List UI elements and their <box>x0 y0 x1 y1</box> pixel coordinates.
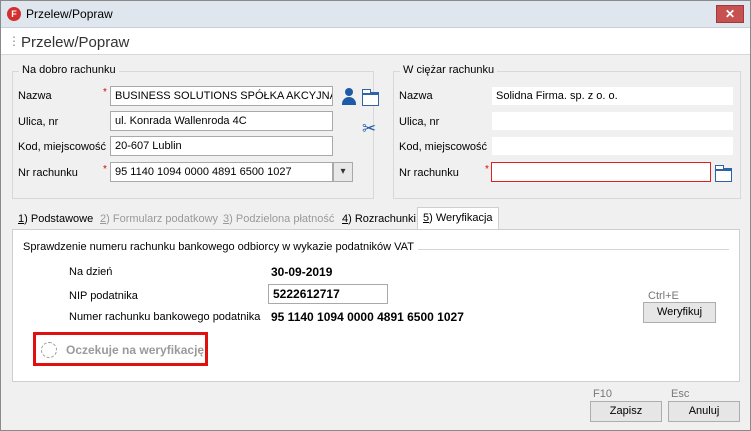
window-title: Przelew/Popraw <box>26 7 113 21</box>
tab-podstawowe[interactable]: 1) Podstawowe <box>12 208 99 229</box>
tab-formularz-podatkowy[interactable]: 2) Formularz podatkowy <box>94 208 224 229</box>
recipient-account-combo[interactable]: 95 1140 1094 0000 4891 6500 1027 <box>110 162 333 182</box>
payer-name-label: Nazwa <box>399 90 433 102</box>
contractor-person-icon[interactable] <box>341 88 357 106</box>
required-marker: * <box>485 164 489 175</box>
recipient-name-label: Nazwa <box>18 90 52 102</box>
required-marker: * <box>103 87 107 98</box>
save-shortcut-hint: F10 <box>593 388 612 400</box>
recipient-account-label: Nr rachunku <box>18 167 78 179</box>
recipient-street-field[interactable]: ul. Konrada Wallenroda 4C <box>110 111 333 131</box>
loading-spinner-icon <box>41 342 57 358</box>
date-label: Na dzień <box>69 266 113 278</box>
verify-button[interactable]: Weryfikuj <box>643 302 716 323</box>
payer-city-field <box>491 136 734 156</box>
recipient-name-field[interactable]: BUSINESS SOLUTIONS SPÓŁKA AKCYJNA <box>110 86 333 106</box>
payer-name-field: Solidna Firma. sp. z o. o. <box>491 86 734 106</box>
app-logo-icon: F <box>7 7 21 21</box>
save-button[interactable]: Zapisz <box>590 401 662 422</box>
recipient-city-field[interactable]: 20-607 Lublin <box>110 136 333 156</box>
nip-label: NIP podatnika <box>69 290 138 302</box>
tab-rozrachunki[interactable]: 4) Rozrachunki <box>336 208 422 229</box>
payer-street-field <box>491 111 734 131</box>
payer-account-label: Nr rachunku <box>399 167 459 179</box>
nip-field[interactable]: 5222612717 <box>268 284 388 304</box>
verification-section-title: Sprawdzenie numeru rachunku bankowego od… <box>23 241 418 253</box>
payer-street-label: Ulica, nr <box>399 116 440 128</box>
payer-group-legend: W ciężar rachunku <box>400 64 498 76</box>
recipient-street-label: Ulica, nr <box>18 116 59 128</box>
recipient-city-label: Kod, miejscowość <box>18 141 107 153</box>
chevron-down-icon[interactable]: ▾ <box>333 162 353 182</box>
folder-icon[interactable] <box>362 89 379 106</box>
cancel-button[interactable]: Anuluj <box>668 401 740 422</box>
grip-icon: ⋮ <box>8 34 20 48</box>
account-value: 95 1140 1094 0000 4891 6500 1027 <box>271 310 464 324</box>
account-label: Numer rachunku bankowego podatnika <box>69 311 261 323</box>
page-title: Przelew/Popraw <box>21 34 130 51</box>
payer-account-field[interactable] <box>491 162 711 182</box>
tab-podzielona-platnosc[interactable]: 3) Podzielona płatność <box>217 208 340 229</box>
form-header: ⋮ Przelew/Popraw <box>1 28 750 55</box>
folder-icon[interactable] <box>715 165 732 182</box>
required-marker: * <box>103 164 107 175</box>
payer-city-label: Kod, miejscowość <box>399 141 488 153</box>
close-button[interactable]: ✕ <box>716 5 744 23</box>
dialog-window: F Przelew/Popraw ✕ ⋮ Przelew/Popraw Na d… <box>0 0 751 431</box>
title-bar[interactable]: F Przelew/Popraw ✕ <box>1 1 750 28</box>
scissors-icon[interactable]: ✂ <box>362 120 376 138</box>
cancel-shortcut-hint: Esc <box>671 388 690 400</box>
verification-status: Oczekuje na weryfikację <box>66 343 205 357</box>
recipient-group-legend: Na dobro rachunku <box>19 64 119 76</box>
verify-shortcut-hint: Ctrl+E <box>648 290 679 302</box>
tab-weryfikacja[interactable]: 5) Weryfikacja <box>417 207 499 230</box>
date-value: 30-09-2019 <box>271 265 333 279</box>
